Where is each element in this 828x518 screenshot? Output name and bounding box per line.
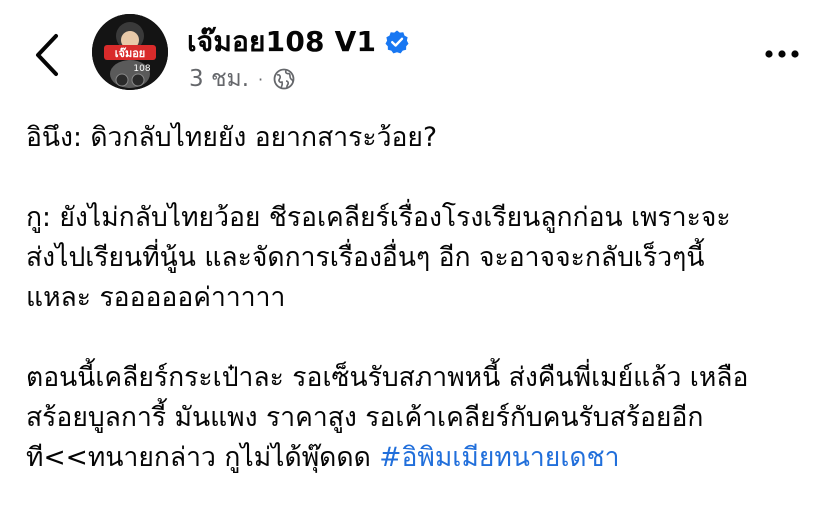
- author-name[interactable]: เจ๊มอย108 V1: [187, 20, 376, 64]
- avatar[interactable]: เจ๊มอย 108: [92, 14, 168, 90]
- chevron-left-icon[interactable]: [28, 30, 68, 80]
- post-line-text: ที<<ทนายกล่าว กูไม่ได้พุ๊ดดด: [26, 442, 380, 473]
- globe-icon: [273, 68, 295, 90]
- post-line: อินึง: ดิวกลับไทยยัง อยากสาระว้อย?: [26, 122, 438, 153]
- post-paragraph: ตอนนี้เคลียร์กระเป๋าละ รอเซ็นรับสภาพหนี้…: [26, 358, 816, 478]
- post-line: ส่งไปเรียนที่นู้น และจัดการเรื่องอื่นๆ อ…: [26, 242, 705, 273]
- post-meta: 3 ชม. ·: [189, 64, 295, 94]
- post-line: แหละ รอออออค่าาาาา: [26, 282, 286, 313]
- meta-separator: ·: [258, 69, 264, 89]
- post-timestamp[interactable]: 3 ชม.: [189, 61, 249, 97]
- avatar-number: 108: [133, 64, 150, 74]
- post-paragraph: อินึง: ดิวกลับไทยยัง อยากสาระว้อย?: [26, 118, 816, 158]
- post-line: ตอนนี้เคลียร์กระเป๋าละ รอเซ็นรับสภาพหนี้…: [26, 362, 749, 393]
- post-line: สร้อยบูลการี้ มันแพง ราคาสูง รอเค้าเคลีย…: [26, 402, 704, 433]
- hashtag-link[interactable]: #อิพิมเมียทนายเดชา: [379, 442, 619, 473]
- post-header: เจ๊มอย 108 เจ๊มอย108 V1 3 ชม. ·: [0, 0, 828, 115]
- post-line-last: ที<<ทนายกล่าว กูไม่ได้พุ๊ดดด #อิพิมเมียท…: [26, 438, 816, 478]
- author-row: เจ๊มอย108 V1: [187, 22, 410, 62]
- post-line: กู: ยังไม่กลับไทยว้อย ชีรอเคลียร์เรื่องโ…: [26, 202, 731, 233]
- verified-badge-icon: [385, 30, 409, 54]
- more-horizontal-icon[interactable]: [762, 42, 802, 66]
- post-body: อินึง: ดิวกลับไทยยัง อยากสาระว้อย? กู: ย…: [26, 118, 816, 518]
- avatar-text: เจ๊มอย: [115, 47, 146, 60]
- post-paragraph: กู: ยังไม่กลับไทยว้อย ชีรอเคลียร์เรื่องโ…: [26, 198, 816, 318]
- avatar-image: เจ๊มอย 108: [92, 14, 168, 90]
